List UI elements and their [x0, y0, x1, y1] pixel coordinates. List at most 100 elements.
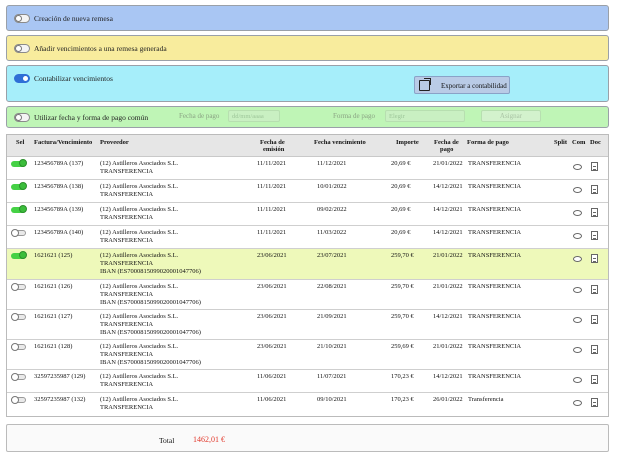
cell-proveedor-line: IBAN (ES7000815099020001047706) [100, 359, 201, 366]
table-row[interactable]: 1621621 (126) (12) Astilleros Asociados S… [7, 280, 608, 310]
header-pago-2: pago [440, 146, 454, 153]
cell-emision: 11/06/2021 [257, 373, 287, 380]
header-emision-1: Fecha de [260, 139, 285, 146]
asignar-button[interactable]: Asignar [481, 110, 541, 122]
cell-forma: TRANSFERENCIA [468, 206, 522, 213]
cell-forma: TRANSFERENCIA [468, 160, 522, 167]
cell-proveedor-line: (12) Astilleros Asociados S.L. [100, 252, 179, 259]
cell-forma: TRANSFERENCIA [468, 343, 522, 350]
cell-forma: TRANSFERENCIA [468, 313, 522, 320]
comment-icon[interactable] [573, 347, 582, 353]
table-row[interactable]: 1621621 (127) (12) Astilleros Asociados S… [7, 310, 608, 340]
fecha-pago-label: Fecha de pago [179, 112, 220, 120]
cell-pago: 21/01/2022 [433, 343, 463, 350]
cell-emision: 11/11/2021 [257, 229, 287, 236]
cell-vencimiento: 21/10/2021 [317, 343, 347, 350]
document-icon[interactable] [591, 285, 598, 294]
cell-proveedor-line: (12) Astilleros Asociados S.L. [100, 206, 179, 213]
total-box: Total 1462,01 € [6, 424, 609, 452]
fecha-pago-input[interactable]: dd/mm/aaaa [228, 110, 280, 122]
row-select-switch[interactable] [11, 373, 26, 381]
forma-pago-select[interactable]: Elegir [385, 110, 465, 122]
row-select-switch[interactable] [11, 205, 27, 213]
table-row[interactable]: 1621621 (125) (12) Astilleros Asociados S… [7, 249, 608, 280]
header-vencimiento: Fecha vencimiento [314, 139, 366, 146]
document-icon[interactable] [591, 398, 598, 407]
toggle-knob [22, 75, 29, 82]
table-row[interactable]: 32597235987 (129) (12) Astilleros Asociad… [7, 370, 608, 393]
panel-label-creacion: Creación de nueva remesa [34, 14, 113, 23]
header-sel: Sel [16, 139, 25, 146]
table-row[interactable]: 1621621 (128) (12) Astilleros Asociados S… [7, 340, 608, 370]
table-row[interactable]: 32597235987 (132) (12) Astilleros Asociad… [7, 393, 608, 416]
row-select-switch[interactable] [11, 229, 26, 237]
export-contabilidad-button[interactable]: Exportar a contabilidad [414, 76, 510, 94]
row-select-switch[interactable] [11, 251, 27, 259]
cell-emision: 23/06/2021 [257, 343, 287, 350]
comment-icon[interactable] [573, 233, 582, 239]
cell-factura: 1621621 (128) [34, 343, 73, 350]
comment-icon[interactable] [573, 400, 582, 406]
comment-icon[interactable] [573, 187, 582, 193]
comment-icon[interactable] [573, 164, 582, 170]
document-icon[interactable] [591, 315, 598, 324]
cell-proveedor-line: (12) Astilleros Asociados S.L. [100, 283, 179, 290]
comment-icon[interactable] [573, 287, 582, 293]
header-importe: Importe [396, 139, 419, 146]
document-icon[interactable] [591, 185, 598, 194]
row-select-switch[interactable] [11, 343, 26, 351]
row-select-switch[interactable] [11, 396, 26, 404]
cell-proveedor-line: IBAN (ES7000815099020001047706) [100, 268, 201, 275]
cell-proveedor-line: TRANSFERENCIA [100, 237, 154, 244]
document-icon[interactable] [591, 162, 598, 171]
vencimientos-table: Sel Factura/Vencimiento Proveedor Fecha … [6, 134, 609, 417]
cell-importe: 170,23 € [391, 373, 414, 380]
cell-pago: 21/01/2022 [433, 160, 463, 167]
cell-pago: 21/01/2022 [433, 283, 463, 290]
panel-label-utilizar: Utilizar fecha y forma de pago común [34, 113, 149, 122]
header-emision-2: emisión [263, 146, 285, 153]
toggle-contabilizar-vencimientos[interactable] [14, 74, 30, 83]
row-select-switch[interactable] [11, 283, 26, 291]
cell-importe: 20,69 € [391, 229, 411, 236]
switch-knob [11, 396, 19, 404]
table-row[interactable]: 123456789A (138) (12) Astilleros Asociado… [7, 180, 608, 203]
document-icon[interactable] [591, 231, 598, 240]
cell-vencimiento: 11/07/2021 [317, 373, 347, 380]
export-button-label: Exportar a contabilidad [441, 82, 507, 90]
comment-icon[interactable] [573, 377, 582, 383]
panel-label-contabilizar: Contabilizar vencimientos [34, 74, 113, 83]
forma-pago-label: Forma de pago [333, 112, 375, 120]
comment-icon[interactable] [573, 317, 582, 323]
cell-proveedor-line: (12) Astilleros Asociados S.L. [100, 160, 179, 167]
comment-icon[interactable] [573, 210, 582, 216]
table-row[interactable]: 123456789A (139) (12) Astilleros Asociado… [7, 203, 608, 226]
row-select-switch[interactable] [11, 182, 27, 190]
table-row[interactable]: 123456789A (140) (12) Astilleros Asociado… [7, 226, 608, 249]
document-icon[interactable] [591, 375, 598, 384]
document-icon[interactable] [591, 345, 598, 354]
document-icon[interactable] [591, 254, 598, 263]
switch-knob [19, 251, 27, 259]
comment-icon[interactable] [573, 256, 582, 262]
switch-knob [11, 373, 19, 381]
row-select-switch[interactable] [11, 159, 27, 167]
cell-emision: 23/06/2021 [257, 252, 287, 259]
cell-vencimiento: 22/08/2021 [317, 283, 347, 290]
cell-factura: 1621621 (125) [34, 252, 73, 259]
toggle-anadir-vencimientos[interactable] [14, 44, 30, 53]
switch-knob [11, 229, 19, 237]
cell-emision: 23/06/2021 [257, 313, 287, 320]
row-select-switch[interactable] [11, 313, 26, 321]
toggle-fecha-forma-comun[interactable] [14, 113, 30, 122]
table-row[interactable]: 123456789A (137) (12) Astilleros Asociado… [7, 157, 608, 180]
cell-vencimiento: 10/01/2022 [317, 183, 347, 190]
toggle-creacion-remesa[interactable] [14, 14, 30, 23]
toggle-knob [15, 114, 22, 121]
document-icon[interactable] [591, 208, 598, 217]
panel-fecha-forma-comun: Utilizar fecha y forma de pago común Fec… [6, 106, 609, 128]
cell-forma: TRANSFERENCIA [468, 183, 522, 190]
cell-factura: 32597235987 (132) [34, 396, 86, 403]
header-proveedor: Proveedor [100, 139, 129, 146]
cell-importe: 20,69 € [391, 183, 411, 190]
